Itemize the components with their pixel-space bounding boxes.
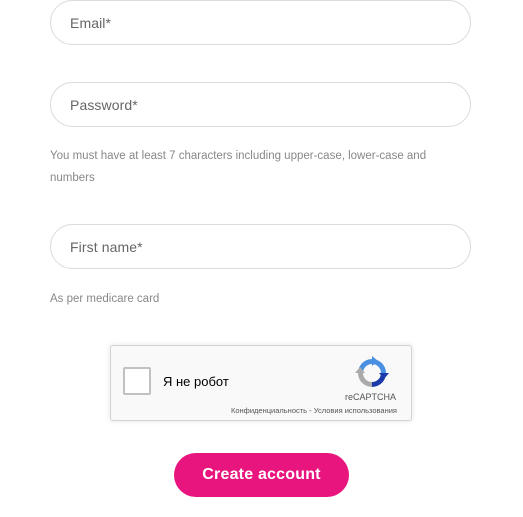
recaptcha-links-separator: -	[307, 406, 314, 415]
password-placeholder: Password*	[70, 96, 138, 113]
recaptcha-terms-link[interactable]: Условия использования	[314, 406, 397, 415]
create-account-button[interactable]: Create account	[174, 453, 349, 497]
recaptcha-privacy-link[interactable]: Конфиденциальность	[231, 406, 307, 415]
first-name-field[interactable]: First name*	[50, 224, 471, 269]
recaptcha-links: Конфиденциальность - Условия использован…	[231, 406, 397, 415]
first-name-hint: As per medicare card	[50, 293, 160, 305]
first-name-placeholder: First name*	[70, 238, 143, 255]
recaptcha-widget: Я не робот reCAPTCHA Конфиденциальность …	[110, 345, 412, 421]
recaptcha-brand: reCAPTCHA	[345, 392, 397, 402]
recaptcha-label: Я не робот	[163, 374, 229, 389]
password-field[interactable]: Password*	[50, 82, 471, 127]
email-placeholder: Email*	[70, 14, 112, 31]
recaptcha-checkbox[interactable]	[123, 367, 151, 395]
password-hint: You must have at least 7 characters incl…	[50, 150, 427, 184]
email-field[interactable]: Email*	[50, 0, 471, 45]
recaptcha-logo-icon	[355, 356, 389, 387]
